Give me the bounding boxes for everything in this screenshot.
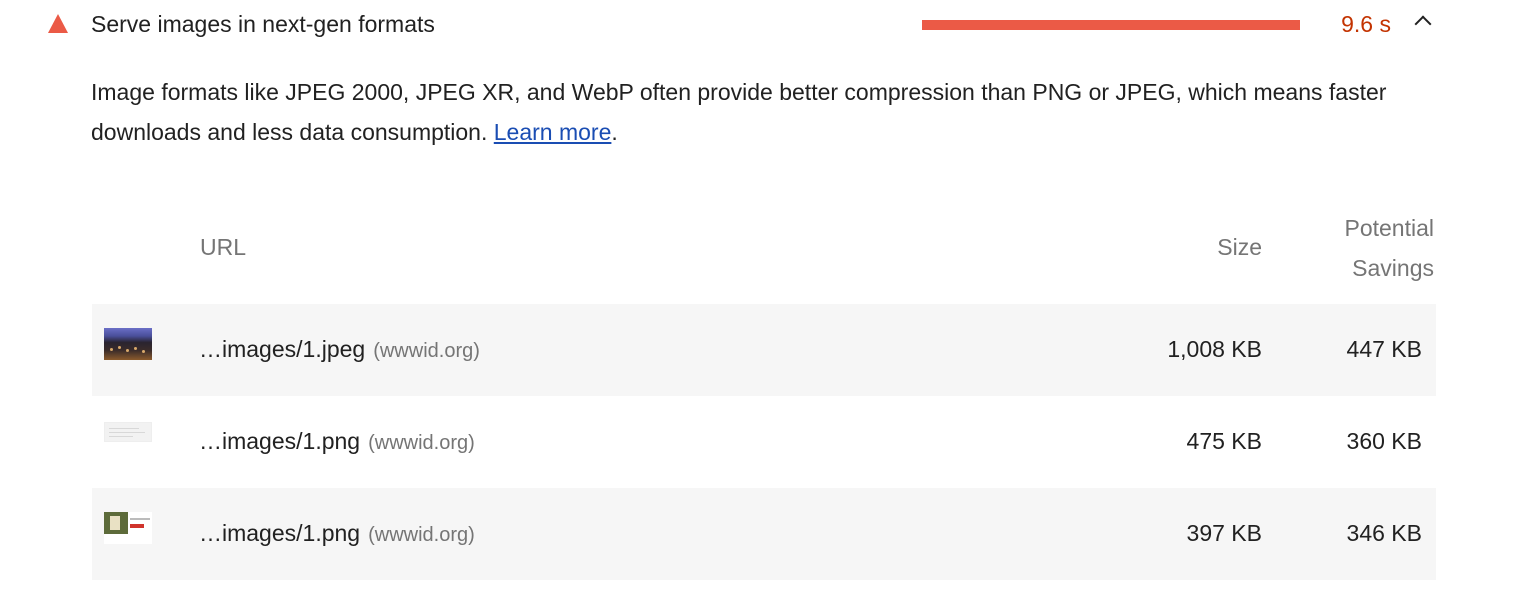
column-header-savings: Potential Savings: [1294, 208, 1434, 288]
savings-value: 9.6 s: [1341, 11, 1391, 37]
image-thumbnail: [104, 328, 152, 360]
savings-cell: 360 KB: [1346, 428, 1422, 454]
url-path[interactable]: …images/1.png: [199, 428, 360, 454]
url-cell[interactable]: …images/1.png (wwwid.org): [199, 520, 475, 547]
image-thumbnail: [104, 512, 152, 544]
size-cell: 475 KB: [1186, 428, 1262, 454]
url-host: (wwwid.org): [373, 340, 480, 362]
table-row: …images/1.png (wwwid.org) 475 KB 360 KB: [92, 396, 1436, 488]
description-period: .: [611, 119, 618, 145]
table-row: …images/1.png (wwwid.org) 397 KB 346 KB: [92, 488, 1436, 580]
table-row: …images/1.jpeg (wwwid.org) 1,008 KB 447 K…: [92, 304, 1436, 396]
audit-header[interactable]: Serve images in next-gen formats 9.6 s: [0, 0, 1540, 50]
url-path[interactable]: …images/1.png: [199, 520, 360, 546]
savings-cell: 346 KB: [1346, 520, 1422, 546]
size-cell: 1,008 KB: [1167, 336, 1262, 362]
details-table: URL Size Potential Savings …images/1.jpe…: [92, 206, 1436, 580]
savings-bar: [922, 20, 1300, 30]
description-text: Image formats like JPEG 2000, JPEG XR, a…: [91, 79, 1387, 145]
table-header: URL Size Potential Savings: [92, 206, 1436, 304]
fail-triangle-icon: [48, 14, 68, 33]
audit-opportunity: Serve images in next-gen formats 9.6 s I…: [0, 0, 1540, 606]
savings-header-line1: Potential: [1344, 215, 1434, 241]
url-host: (wwwid.org): [368, 524, 475, 546]
column-header-url: URL: [200, 234, 247, 260]
chevron-up-icon[interactable]: [1414, 15, 1432, 33]
audit-title: Serve images in next-gen formats: [91, 11, 435, 37]
audit-description: Image formats like JPEG 2000, JPEG XR, a…: [91, 72, 1411, 152]
size-cell: 397 KB: [1186, 520, 1262, 546]
column-header-size: Size: [1217, 234, 1262, 260]
learn-more-link[interactable]: Learn more: [494, 119, 612, 145]
url-path[interactable]: …images/1.jpeg: [199, 336, 365, 362]
url-cell[interactable]: …images/1.jpeg (wwwid.org): [199, 336, 480, 363]
savings-cell: 447 KB: [1346, 336, 1422, 362]
savings-header-line2: Savings: [1352, 255, 1434, 281]
image-thumbnail: [104, 422, 152, 442]
url-cell[interactable]: …images/1.png (wwwid.org): [199, 428, 475, 455]
url-host: (wwwid.org): [368, 432, 475, 454]
